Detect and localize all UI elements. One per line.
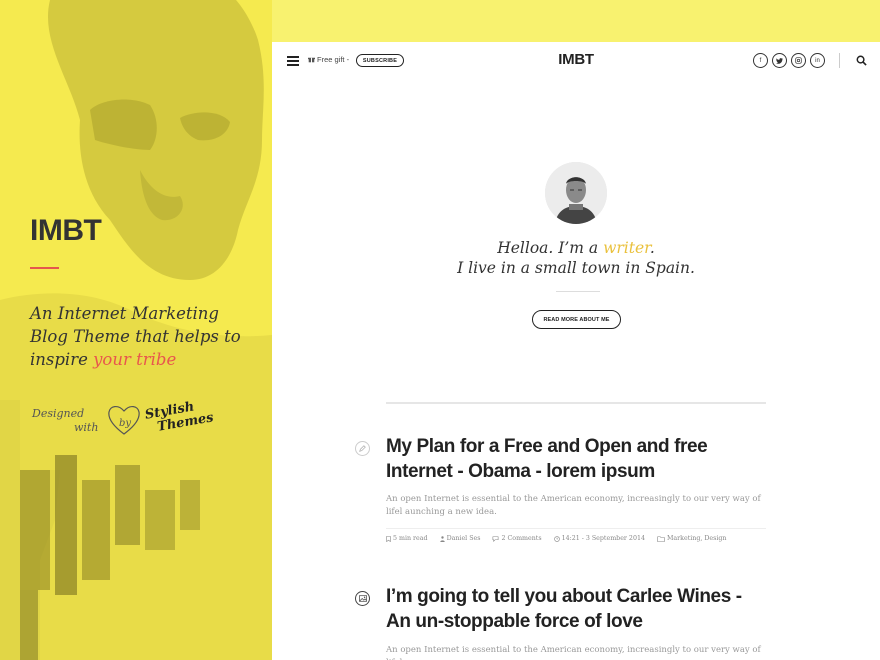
pencil-icon (355, 441, 370, 456)
post-excerpt: An open Internet is essential to the Ame… (386, 494, 761, 517)
left-hero-panel: IMBT An Internet Marketing Blog Theme th… (0, 0, 272, 660)
post-meta-divider (386, 528, 766, 529)
twitter-icon[interactable] (772, 53, 787, 68)
intro-prefix: Helloa. I’m a (497, 239, 604, 257)
by-label: by (119, 418, 132, 429)
intro-text: Helloa. I’m a writer. I live in a small … (272, 238, 880, 278)
sidebar-brand-underline (30, 267, 59, 269)
post-author[interactable]: Daniel Ses (439, 535, 481, 542)
author-avatar (545, 162, 607, 224)
social-links: f in (753, 53, 825, 68)
intro-accent: writer (603, 239, 650, 257)
post-excerpt: An open Internet is essential to the Ame… (386, 645, 761, 660)
with-label: with (74, 421, 99, 434)
clock-icon (553, 535, 560, 542)
stylish-themes-logo[interactable]: Stylish Themes (144, 397, 215, 436)
intro-line-2: I live in a small town in Spain. (457, 259, 695, 277)
author-text: Daniel Ses (446, 535, 481, 542)
post-meta: 5 min read Daniel Ses 2 Comments 14:21 -… (386, 535, 766, 542)
main-content: Free gift - SUBSCRIBE IMBT f in Helloa. … (272, 42, 880, 660)
image-icon (355, 591, 370, 606)
folder-icon (657, 535, 665, 542)
tagline-accent: your tribe (93, 350, 177, 369)
designed-label: Designed (32, 407, 85, 420)
top-strip (272, 0, 880, 42)
post-date: 14:21 - 3 September 2014 (553, 535, 645, 542)
bookmark-icon (386, 535, 391, 542)
facebook-icon[interactable]: f (753, 53, 768, 68)
designed-with-love-badge[interactable]: Designed with by Stylish Themes (30, 399, 220, 443)
post-item: I’m going to tell you about Carlee Wines… (352, 584, 772, 660)
sidebar-tagline: An Internet Marketing Blog Theme that he… (30, 302, 250, 371)
read-more-about-me-button[interactable]: READ MORE ABOUT ME (532, 310, 621, 329)
header-divider (839, 53, 840, 68)
posts-divider (386, 402, 766, 404)
post-item: My Plan for a Free and Open and free Int… (352, 434, 772, 554)
date-text: 14:21 - 3 September 2014 (561, 535, 645, 542)
post-title[interactable]: I’m going to tell you about Carlee Wines… (386, 584, 766, 634)
comments-text: 2 Comments (501, 535, 542, 542)
intro-line-1: Helloa. I’m a writer. (272, 238, 880, 258)
post-title[interactable]: My Plan for a Free and Open and free Int… (386, 434, 766, 484)
search-icon[interactable] (856, 55, 867, 66)
instagram-icon[interactable] (791, 53, 806, 68)
post-comments[interactable]: 2 Comments (492, 535, 542, 542)
sidebar-brand: IMBT (30, 214, 102, 247)
top-header: Free gift - SUBSCRIBE IMBT f in (272, 42, 880, 80)
user-icon (439, 535, 445, 542)
intro-divider (556, 291, 600, 292)
comment-icon (493, 535, 499, 542)
intro-suffix: . (649, 239, 655, 257)
read-time-text: 5 min read (393, 535, 428, 542)
post-categories[interactable]: Marketing, Design (657, 535, 727, 542)
categories-text: Marketing, Design (666, 535, 727, 542)
linkedin-icon[interactable]: in (810, 53, 825, 68)
read-time: 5 min read (386, 535, 428, 542)
